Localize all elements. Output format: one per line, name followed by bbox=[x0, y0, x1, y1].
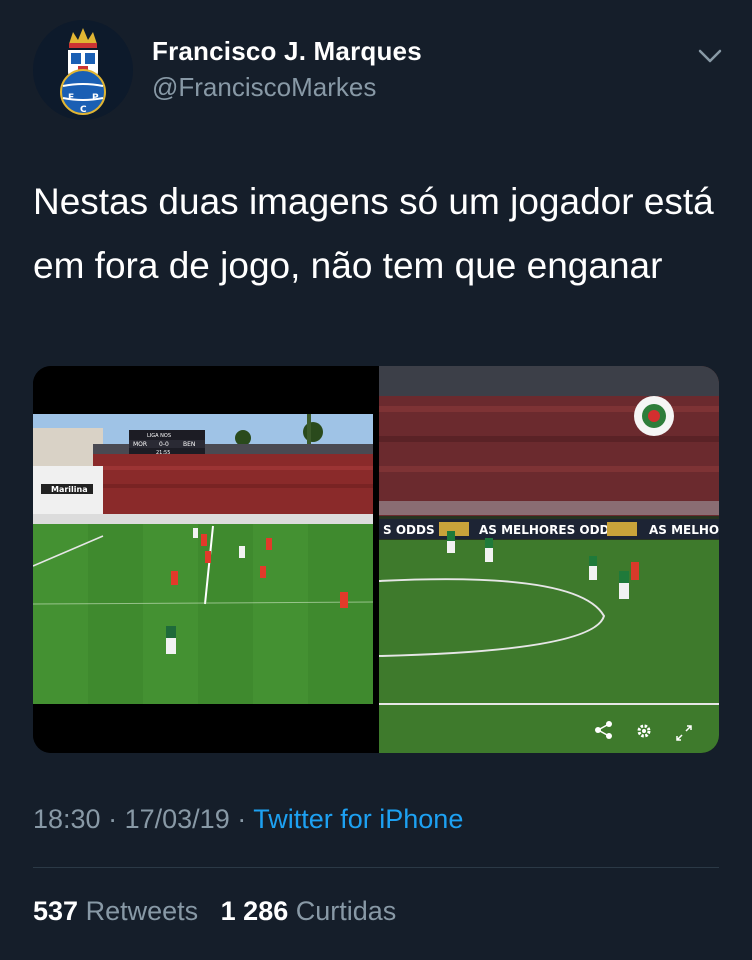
retweets-count[interactable]: 537 bbox=[33, 896, 78, 926]
chevron-down-icon[interactable] bbox=[696, 46, 724, 66]
ad-banner-1: S ODDS bbox=[383, 523, 435, 537]
media-image-right[interactable]: S ODDS AS MELHORES ODDS AS MELHO bbox=[378, 366, 719, 753]
author-name[interactable]: Francisco J. Marques bbox=[152, 36, 422, 67]
ad-banner-2: AS MELHORES ODDS bbox=[479, 523, 618, 537]
likes-label[interactable]: Curtidas bbox=[296, 896, 397, 926]
ad-banner-3: AS MELHO bbox=[649, 523, 719, 537]
scoreboard-league: LIGA NOS bbox=[147, 433, 171, 439]
tweet-stats: 537 Retweets 1 286 Curtidas bbox=[33, 896, 396, 927]
scoreboard-clock: 21:55 bbox=[156, 450, 170, 456]
likes-count[interactable]: 1 286 bbox=[221, 896, 289, 926]
tweet-time: 18:30 bbox=[33, 804, 101, 834]
scoreboard-away: BEN bbox=[183, 441, 195, 448]
svg-text:C: C bbox=[80, 105, 87, 115]
divider bbox=[33, 867, 719, 868]
meta-separator: · bbox=[237, 804, 247, 834]
tweet-meta: 18:30 · 17/03/19 · Twitter for iPhone bbox=[33, 804, 463, 835]
meta-separator: · bbox=[108, 804, 118, 834]
avatar[interactable]: F C P bbox=[33, 20, 133, 120]
retweets-label[interactable]: Retweets bbox=[86, 896, 199, 926]
svg-text:F: F bbox=[68, 93, 74, 103]
fc-porto-crest-icon: F C P bbox=[33, 20, 133, 120]
svg-text:P: P bbox=[92, 93, 99, 103]
media-image-left[interactable]: Marilina LIGA NOS MOR 0-0 BEN 21:55 bbox=[33, 366, 374, 753]
tweet-text: Nestas duas imagens só um jogador está e… bbox=[33, 181, 714, 286]
scoreboard-home: MOR bbox=[133, 441, 147, 448]
sponsor-label: Marilina bbox=[51, 485, 88, 494]
tweet-source-link[interactable]: Twitter for iPhone bbox=[253, 804, 463, 834]
author-handle[interactable]: @FranciscoMarkes bbox=[152, 72, 376, 103]
tweet-date: 17/03/19 bbox=[124, 804, 230, 834]
scoreboard-score: 0-0 bbox=[159, 441, 169, 448]
tweet-media[interactable]: Marilina LIGA NOS MOR 0-0 BEN 21:55 S OD… bbox=[33, 366, 719, 753]
